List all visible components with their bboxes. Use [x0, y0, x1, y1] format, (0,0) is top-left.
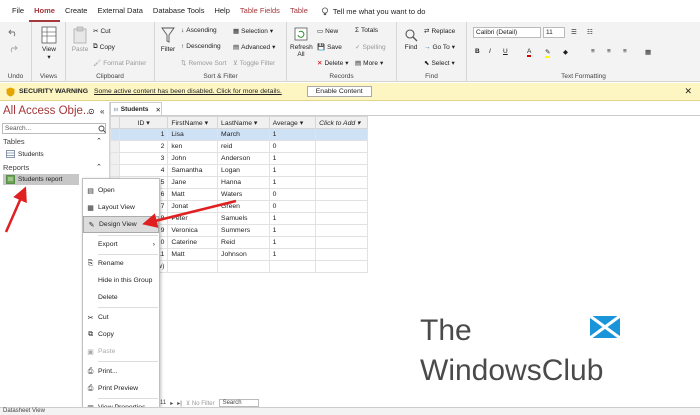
annotation-arrows: [4, 186, 237, 233]
annotation-arrow-design-view: [142, 199, 237, 228]
access-window: File Home Create External Data Database …: [0, 0, 700, 415]
annotation-arrow-report: [4, 186, 27, 233]
